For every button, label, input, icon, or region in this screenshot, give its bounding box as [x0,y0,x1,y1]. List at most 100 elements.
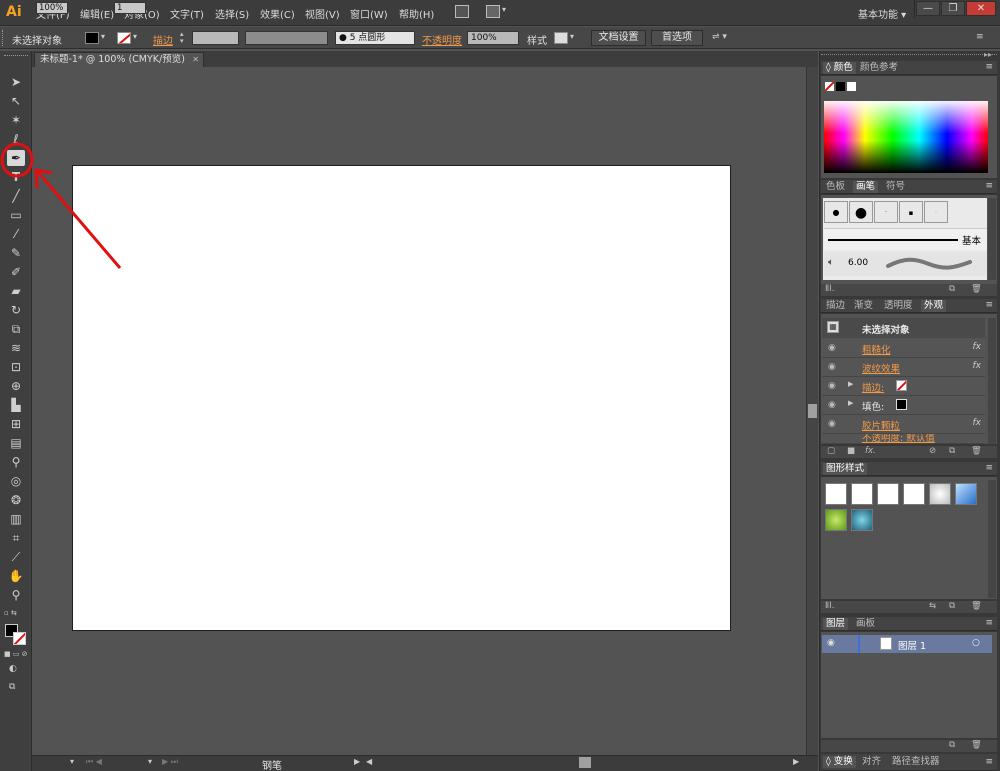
add-stroke-icon[interactable]: ▢ [827,446,835,456]
panel-menu-icon[interactable]: ≡ [985,300,993,310]
horizontal-scroll-thumb[interactable] [579,757,591,768]
appearance-row[interactable]: ◉ ▶ 填色: [822,396,985,415]
document-setup-button[interactable]: 文档设置 [591,30,646,46]
layer-name[interactable]: 图层 1 [898,638,926,652]
panel-menu-icon[interactable]: ≡ [985,62,993,72]
style-libraries-icon[interactable]: ⅡI. [825,601,834,611]
stroke-swatch[interactable] [117,32,131,44]
chevron-down-icon[interactable]: ▾ [502,5,506,14]
fill-swatch[interactable] [85,32,99,44]
fill-black-swatch[interactable] [896,399,907,410]
status-menu-icon[interactable]: ▶ [354,757,360,766]
art-brush-row[interactable]: 🔈︎ 6.00 [824,252,987,276]
workspace-switcher[interactable]: 基本功能 ▾ [858,6,906,21]
brush-profile-dropdown[interactable]: ● 5 点圆形 [335,31,415,45]
break-link-icon[interactable]: ⇆ [929,601,936,611]
expand-triangle-icon[interactable]: ▶ [848,380,853,388]
layer-row[interactable]: ◉ 图层 1 ○ [822,635,992,653]
appearance-scrollbar[interactable] [988,318,996,444]
style-swatch[interactable] [554,32,568,44]
panel-menu-icon[interactable]: ≡ [976,32,984,42]
opacity-link[interactable]: 不透明度 [422,32,462,47]
appearance-row[interactable]: ◉ 胶片颗粒 fx [822,415,985,434]
grip-handle[interactable] [2,30,5,46]
stroke-color-box[interactable] [13,632,26,645]
tab-color-guide[interactable]: 颜色参考 [857,62,901,74]
width-tool-icon[interactable]: ≋ [7,340,25,356]
graphic-style-gradient[interactable] [929,483,951,505]
graphic-style-none-fill[interactable] [851,483,873,505]
expand-triangle-icon[interactable]: ▶ [848,399,853,407]
magic-wand-tool-icon[interactable]: ✶ [7,112,25,128]
graphic-style-green-texture[interactable] [825,509,847,531]
close-button[interactable]: ✕ [966,1,996,16]
align-options-icon[interactable]: ⇌ ▾ [712,32,727,42]
delete-item-icon[interactable]: 🗑︎ [971,446,982,456]
eye-icon[interactable]: ◉ [828,381,836,391]
tab-transparency[interactable]: 透明度 [881,300,916,312]
close-tab-icon[interactable]: ✕ [192,53,199,67]
black-swatch[interactable] [836,82,845,91]
menu-edit[interactable]: 编辑(E) [80,6,114,21]
stroke-attribute-link[interactable]: 描边: [862,380,884,394]
new-brush-icon[interactable]: ⧉ [949,284,955,294]
appearance-row[interactable]: ◉ 粗糙化 fx [822,339,985,358]
graphic-style-white[interactable] [877,483,899,505]
tab-pathfinder[interactable]: 路径查找器 [889,756,943,768]
last-artboard-icon[interactable]: ▶ ⏭ [162,757,178,767]
add-fill-icon[interactable]: ■ [847,446,855,456]
free-transform-tool-icon[interactable]: ⊡ [7,359,25,375]
appearance-row[interactable]: ◉ 波纹效果 fx [822,358,985,377]
stroke-weight-dropdown[interactable] [192,31,239,45]
tab-stroke[interactable]: 描边 [823,300,848,312]
color-spectrum[interactable] [824,101,988,173]
first-artboard-icon[interactable]: ⏮ ◀ [86,757,102,767]
appearance-row[interactable]: ◉ ▶ 描边: [822,377,985,396]
artboard-number-field[interactable]: 1 [114,2,146,14]
variable-width-dropdown[interactable] [245,31,328,45]
bridge-icon[interactable] [455,5,469,18]
zoom-field[interactable]: 100% [36,2,68,14]
color-mode-icons[interactable]: ■ ▭ ⊘ [4,650,28,658]
eye-icon[interactable]: ◉ [828,419,836,429]
tab-gradient[interactable]: 渐变 [851,300,876,312]
direct-selection-tool-icon[interactable]: ↖ [7,93,25,109]
menu-help[interactable]: 帮助(H) [399,6,434,21]
eraser-tool-icon[interactable]: ▰ [7,283,25,299]
screen-mode-icon[interactable]: ⧉ [9,682,15,692]
scroll-left-icon[interactable]: ◀ [366,757,372,766]
add-effect-icon[interactable]: fx. [865,446,876,456]
effect-ripple-link[interactable]: 波纹效果 [862,361,900,375]
hand-tool-icon[interactable]: ✋ [7,568,25,584]
tab-color[interactable]: ◊ 颜色 [823,62,856,74]
new-layer-icon[interactable]: ⧉ [949,740,955,750]
shape-builder-tool-icon[interactable]: ⊕ [7,378,25,394]
eye-icon[interactable]: ◉ [828,362,836,372]
white-swatch[interactable] [847,82,856,91]
effect-film-grain-link[interactable]: 胶片颗粒 [862,418,900,432]
grip-handle[interactable] [4,55,28,59]
blend-tool-icon[interactable]: ◎ [7,473,25,489]
delete-layer-icon[interactable]: 🗑︎ [971,740,982,750]
none-swatch[interactable] [825,82,834,91]
tab-appearance[interactable]: 外观 [921,300,947,312]
chevron-down-icon[interactable]: ▾ [70,757,74,766]
duplicate-item-icon[interactable]: ⧉ [949,446,955,456]
graphic-style-teal-texture[interactable] [851,509,873,531]
panel-menu-icon[interactable]: ≡ [985,463,993,473]
tab-symbols[interactable]: 符号 [883,181,908,193]
clear-appearance-icon[interactable]: ⊘ [929,446,936,456]
eye-icon[interactable]: ◉ [828,400,836,410]
artboard-tool-icon[interactable]: ⌗ [7,530,25,546]
brush-dot-small-icon[interactable]: ● [824,201,848,223]
panel-menu-icon[interactable]: ≡ [985,618,993,628]
tab-layers[interactable]: 图层 [823,618,849,630]
minimize-button[interactable]: — [916,1,940,16]
tab-brushes[interactable]: 画笔 [853,181,879,193]
menu-type[interactable]: 文字(T) [170,6,204,21]
column-graph-tool-icon[interactable]: ▥ [7,511,25,527]
scroll-right-icon[interactable]: ▶ [793,757,799,766]
effect-roughen-link[interactable]: 粗糙化 [862,342,891,356]
chevron-down-icon[interactable]: ▾ [133,32,137,41]
slice-tool-icon[interactable]: ⟋ [7,549,25,565]
